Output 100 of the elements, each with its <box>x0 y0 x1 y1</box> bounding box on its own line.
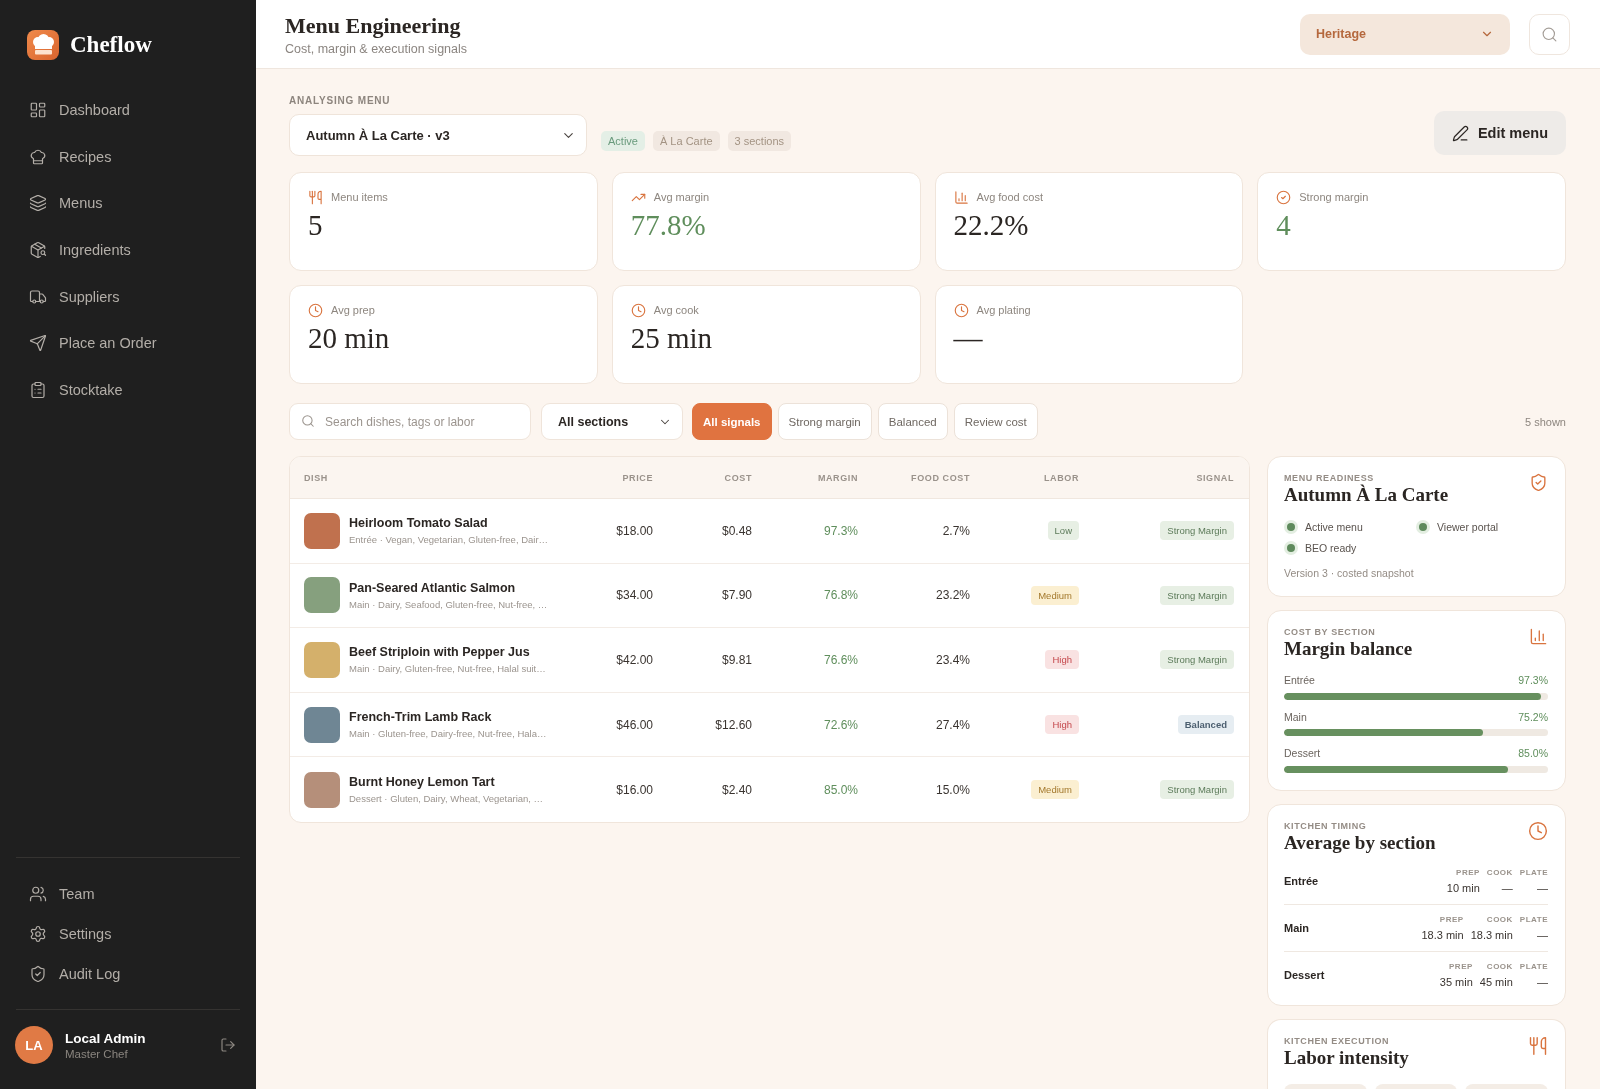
nav-item[interactable]: Recipes <box>14 133 242 181</box>
food-cost-cell: 15.0% <box>935 782 970 797</box>
logout-icon[interactable] <box>220 1037 236 1053</box>
signal-badge: Strong Margin <box>1160 650 1234 670</box>
dish-details: Main · Gluten-free, Dairy-free, Nut-free, Hala… <box>349 728 547 740</box>
stat-label: Avg cook <box>653 304 699 316</box>
price-cell: $16.00 <box>616 782 653 797</box>
column-header: DISH <box>304 472 328 483</box>
labor-badge: Medium <box>1031 585 1079 605</box>
time-value: 18.3 min <box>1470 927 1513 942</box>
search-icon <box>301 414 315 428</box>
filter-chip[interactable]: Balanced <box>877 403 948 440</box>
pencil-icon <box>1451 124 1469 142</box>
price-cell: $42.00 <box>616 653 653 667</box>
column-header: COST <box>724 472 752 483</box>
stat-label: Avg margin <box>653 191 710 203</box>
clipboard-icon <box>29 380 47 399</box>
stat-label: Strong margin <box>1299 191 1369 203</box>
page-title: Menu Engineering <box>285 12 461 39</box>
margin-cell: 85.0% <box>823 782 858 797</box>
dashboard-icon <box>29 101 47 120</box>
labor-badge: High <box>1045 650 1079 670</box>
nav-item[interactable]: Audit Log <box>14 954 242 994</box>
stat-label: Avg food cost <box>976 191 1043 203</box>
edit-menu-button[interactable]: Edit menu <box>1433 111 1566 155</box>
time-value: 10 min <box>1446 880 1480 895</box>
check-label: Viewer portal <box>1437 520 1499 533</box>
section-margin: 75.2% <box>1518 710 1548 724</box>
section-name: Entrée <box>1284 874 1319 887</box>
price-cell: $46.00 <box>616 717 653 732</box>
nav-item[interactable]: Place an Order <box>14 319 242 367</box>
time-label: COOK <box>1486 866 1513 878</box>
food-cost-cell: 23.2% <box>935 588 970 603</box>
card-title: Margin balance <box>1284 638 1413 660</box>
nav-item[interactable]: Settings <box>14 914 242 954</box>
margin-cell: 76.6% <box>823 653 858 667</box>
nav-item[interactable]: Dashboard <box>14 87 242 134</box>
dish-name: Burnt Honey Lemon Tart <box>349 775 495 790</box>
margin-cell: 76.8% <box>823 588 858 603</box>
food-cost-cell: 23.4% <box>935 653 970 667</box>
nav-item[interactable]: Menus <box>14 180 242 227</box>
check-circle-icon <box>1276 189 1292 205</box>
users-icon <box>29 885 47 903</box>
section-select[interactable]: All sections <box>541 403 683 440</box>
dish-details: Entrée · Vegan, Vegetarian, Gluten-free, Dair… <box>349 534 549 546</box>
stat-value: 5 <box>308 209 323 241</box>
bar-chart-icon <box>953 189 969 205</box>
time-value: — <box>1537 880 1548 895</box>
time-value: 35 min <box>1439 974 1473 989</box>
price-cell: $34.00 <box>616 588 653 603</box>
filter-chip[interactable]: Strong margin <box>777 403 872 440</box>
stat-value: 25 min <box>630 322 713 354</box>
bar-chart-icon <box>1529 627 1548 646</box>
card-eyebrow: KITCHEN EXECUTION <box>1284 1035 1390 1047</box>
column-header: SIGNAL <box>1196 472 1234 483</box>
package-search-icon <box>29 241 47 260</box>
search-field[interactable]: Search dishes, tags or labor <box>289 403 531 440</box>
nav-item[interactable]: Team <box>14 874 242 914</box>
card-eyebrow: KITCHEN TIMING <box>1284 820 1367 832</box>
clock-icon <box>953 302 969 318</box>
clock-icon <box>1528 820 1548 841</box>
labor-badge: High <box>1045 715 1079 735</box>
layers-icon <box>29 194 47 213</box>
settings-icon <box>29 925 47 943</box>
time-label: PLATE <box>1519 913 1548 925</box>
labor-badge: Medium <box>1031 780 1079 800</box>
stat-value: — <box>953 322 983 354</box>
price-cell: $18.00 <box>616 523 653 538</box>
stat-value: 22.2% <box>953 209 1029 241</box>
filter-chip[interactable]: Review cost <box>953 403 1038 440</box>
nav-item[interactable]: Stocktake <box>14 366 242 414</box>
section-margin: 97.3% <box>1518 674 1548 687</box>
stat-value: 20 min <box>308 322 390 354</box>
user-role: Master Chef <box>65 1047 128 1060</box>
cost-cell: $0.48 <box>721 523 752 538</box>
paper-plane-icon <box>29 334 47 353</box>
nav-item[interactable]: Suppliers <box>14 273 242 320</box>
dish-details: Main · Dairy, Seafood, Gluten-free, Nut-free, … <box>349 598 548 610</box>
time-value: 18.3 min <box>1421 927 1464 942</box>
column-header: LABOR <box>1044 472 1079 483</box>
time-label: PREP <box>1449 960 1473 972</box>
signal-badge: Strong Margin <box>1160 585 1234 605</box>
time-label: COOK <box>1486 913 1513 925</box>
check-label: BEO ready <box>1305 541 1357 554</box>
card-eyebrow: COST BY SECTION <box>1284 627 1376 638</box>
card-title: Labor intensity <box>1284 1046 1409 1069</box>
time-value: 45 min <box>1479 974 1513 989</box>
chef-hat-logo-icon <box>27 30 59 60</box>
margin-cell: 72.6% <box>823 717 858 732</box>
time-label: PREP <box>1456 866 1480 878</box>
truck-icon <box>29 287 47 306</box>
time-label: PREP <box>1439 913 1464 925</box>
version-note: Version 3 · costed snapshot <box>1284 567 1414 580</box>
menu-select[interactable]: Autumn À La Carte · v3 <box>289 114 587 156</box>
column-header: FOOD COST <box>911 472 970 483</box>
nav-item[interactable]: Ingredients <box>14 226 242 274</box>
dish-details: Dessert · Gluten, Dairy, Wheat, Vegetarian, … <box>349 793 544 805</box>
margin-cell: 97.3% <box>823 523 858 538</box>
search-icon <box>1541 25 1558 43</box>
menu-tag: À La Carte <box>652 131 720 151</box>
